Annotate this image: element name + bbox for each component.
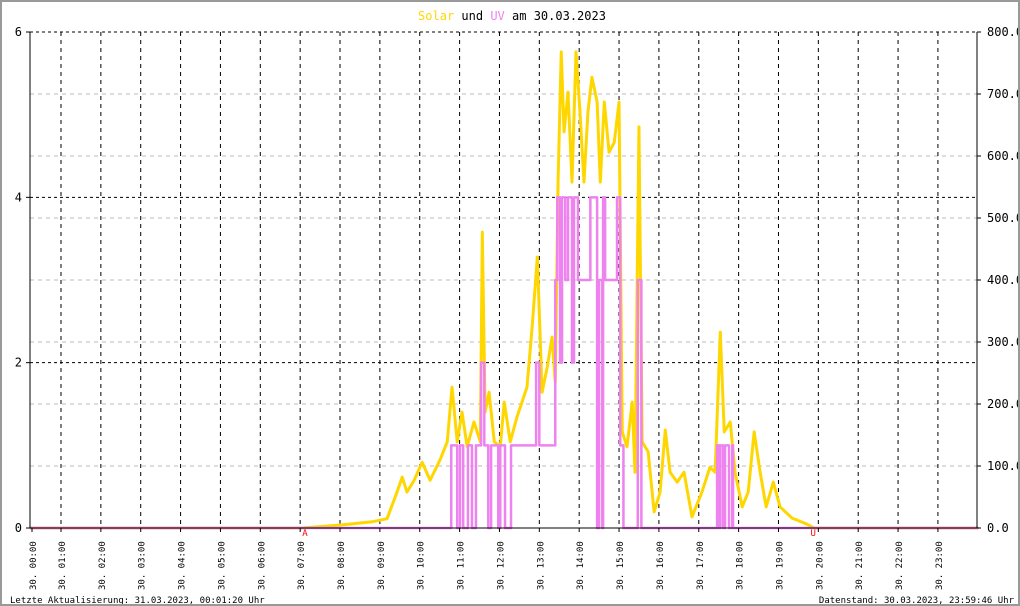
y-right-tick-label: 100.0 — [987, 459, 1020, 473]
x-tick-label: 30. 21:00 — [855, 541, 865, 590]
x-tick-label: 30. 00:00 — [29, 541, 39, 590]
title-und: und — [461, 9, 483, 23]
x-tick-label: 30. 10:00 — [417, 541, 427, 590]
chart-title: Solar und UV am 30.03.2023 — [418, 9, 606, 23]
y-right-tick-label: 300.0 — [987, 335, 1020, 349]
x-tick-label: 30. 08:00 — [337, 541, 347, 590]
x-tick-label: 30. 06:00 — [257, 541, 267, 590]
chart-container: Solar und UV am 30.03.2023 0 2 4 6 0.0 100.0 2… — [0, 0, 1020, 606]
x-tick-label: 30. 15:00 — [616, 541, 626, 590]
x-tick-label: 30. 05:00 — [217, 541, 227, 590]
footer-data-status: Datenstand: 30.03.2023, 23:59:46 Uhr — [819, 596, 1015, 606]
sun-marker-a: A — [302, 529, 308, 539]
solar-uv-chart: Solar und UV am 30.03.2023 0 2 4 6 0.0 100.0 2… — [10, 9, 1020, 606]
y-right-tick-label: 400.0 — [987, 273, 1020, 287]
axes: 0 2 4 6 0.0 100.0 200.0 300.0 400.0 500.0 600.0 700… — [15, 25, 1020, 590]
x-tick-label: 30. 07:00 — [297, 541, 307, 590]
x-tick-label: 30. 14:00 — [576, 541, 586, 590]
title-uv: UV — [490, 9, 504, 23]
title-date: am 30.03.2023 — [512, 9, 606, 23]
y-right-tick-label: 500.0 — [987, 211, 1020, 225]
x-tick-label: 30. 18:00 — [736, 541, 746, 590]
y-right-tick-label: 0.0 — [987, 521, 1009, 535]
x-tick-label: 30. 23:00 — [935, 541, 945, 590]
x-tick-label: 30. 01:00 — [58, 541, 68, 590]
y-right-tick-label: 800.0 — [987, 25, 1020, 39]
x-tick-label: 30. 03:00 — [138, 541, 148, 590]
title-solar: Solar — [418, 9, 454, 23]
x-tick-label: 30. 12:00 — [496, 541, 506, 590]
footer-last-update: Letzte Aktualisierung: 31.03.2023, 00:01… — [10, 596, 265, 606]
x-tick-label: 30. 16:00 — [656, 541, 666, 590]
series-layer — [29, 50, 980, 530]
x-tick-label: 30. 13:00 — [536, 541, 546, 590]
y-left-tick-label: 4 — [15, 190, 22, 204]
grid — [30, 31, 977, 528]
x-tick-label: 30. 20:00 — [815, 541, 825, 590]
x-tick-label: 30. 22:00 — [895, 541, 905, 590]
x-tick-label: 30. 04:00 — [178, 541, 188, 590]
y-left-tick-label: 0 — [15, 521, 22, 535]
x-tick-label: 30. 09:00 — [377, 541, 387, 590]
sun-marker-u: U — [810, 529, 815, 539]
x-tick-label: 30. 02:00 — [98, 541, 108, 590]
y-left-tick-label: 6 — [15, 25, 22, 39]
y-right-tick-label: 700.0 — [987, 87, 1020, 101]
y-right-tick-label: 200.0 — [987, 397, 1020, 411]
y-right-tick-label: 600.0 — [987, 149, 1020, 163]
y-left-tick-label: 2 — [15, 356, 22, 370]
x-tick-label: 30. 17:00 — [696, 541, 706, 590]
x-tick-label: 30. 11:00 — [457, 541, 467, 590]
x-tick-label: 30. 19:00 — [775, 541, 785, 590]
